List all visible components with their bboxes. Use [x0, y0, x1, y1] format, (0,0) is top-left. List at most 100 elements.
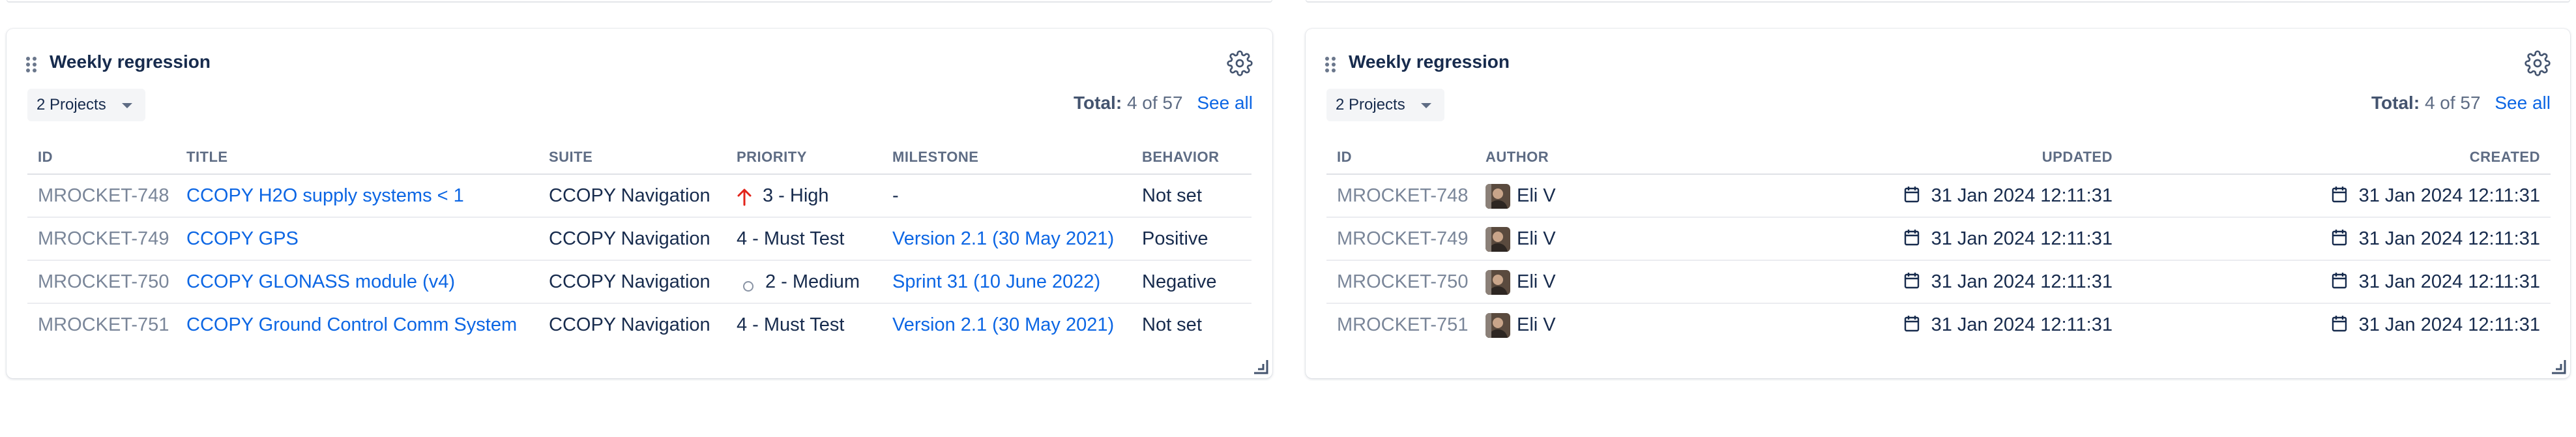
row-id: MROCKET-748	[1337, 185, 1469, 206]
calendar-icon	[1904, 229, 1920, 251]
chevron-down-icon	[1420, 103, 1431, 108]
row-title-link[interactable]: CCOPY H2O supply systems < 1	[186, 185, 464, 207]
total-value: 4 of 57	[2424, 93, 2481, 113]
see-all-link[interactable]: See all	[2495, 93, 2551, 113]
row-behavior: Negative	[1142, 271, 1217, 292]
widget-title: Weekly regression	[50, 52, 211, 72]
column-header-id[interactable]: ID	[1337, 149, 1352, 166]
row-priority: 2 - Medium	[765, 271, 860, 292]
avatar	[1486, 184, 1510, 209]
row-updated-value: 31 Jan 2024 12:11:31	[1931, 185, 2113, 206]
table-header: ID TITLE SUITE PRIORITY MILESTONE BEHAVI…	[27, 143, 1251, 175]
calendar-icon	[1904, 186, 1920, 208]
row-id: MROCKET-751	[38, 314, 169, 335]
row-title-link[interactable]: CCOPY Ground Control Comm System	[186, 314, 517, 336]
row-updated-value: 31 Jan 2024 12:11:31	[1931, 228, 2113, 249]
projects-dropdown-label: 2 Projects	[1336, 96, 1405, 113]
widget-header: Weekly regression	[26, 50, 1253, 76]
row-priority: 3 - High	[763, 185, 829, 206]
row-created-value: 31 Jan 2024 12:11:31	[2358, 271, 2540, 292]
previous-card-edge	[7, 0, 1272, 3]
column-header-created[interactable]: CREATED	[2470, 149, 2540, 166]
row-suite: CCOPY Navigation	[549, 228, 710, 249]
calendar-icon	[1904, 315, 1920, 337]
calendar-icon	[2332, 229, 2347, 251]
widget-title: Weekly regression	[1349, 52, 1510, 72]
column-header-updated[interactable]: UPDATED	[2042, 149, 2113, 166]
row-created-value: 31 Jan 2024 12:11:31	[2358, 185, 2540, 206]
projects-dropdown-label: 2 Projects	[37, 96, 106, 113]
row-behavior: Positive	[1142, 228, 1208, 249]
row-priority: 4 - Must Test	[737, 228, 845, 249]
row-id: MROCKET-748	[38, 185, 169, 206]
row-suite: CCOPY Navigation	[549, 314, 710, 335]
row-id: MROCKET-750	[38, 271, 169, 292]
row-author: Eli V	[1517, 228, 1556, 249]
chevron-down-icon	[121, 103, 132, 108]
column-header-title[interactable]: TITLE	[186, 149, 228, 166]
table-row[interactable]: MROCKET-749 CCOPY GPS CCOPY Navigation 4…	[27, 218, 1251, 261]
column-header-author[interactable]: AUTHOR	[1486, 149, 1549, 166]
resize-handle-icon[interactable]	[2548, 356, 2566, 374]
column-header-milestone[interactable]: MILESTONE	[892, 149, 978, 166]
gear-icon[interactable]	[1227, 50, 1253, 76]
table-row[interactable]: MROCKET-748 Eli V 31 Jan 2024 12:11:31 3…	[1326, 175, 2551, 218]
row-updated: 31 Jan 2024 12:11:31	[1904, 228, 2113, 251]
table-row[interactable]: MROCKET-751 Eli V 31 Jan 2024 12:11:31 3…	[1326, 304, 2551, 347]
calendar-icon	[2332, 272, 2347, 294]
projects-dropdown[interactable]: 2 Projects	[27, 89, 145, 121]
gear-icon[interactable]	[2525, 50, 2551, 76]
column-header-priority[interactable]: PRIORITY	[737, 149, 807, 166]
calendar-icon	[1904, 272, 1920, 294]
table-row[interactable]: MROCKET-751 CCOPY Ground Control Comm Sy…	[27, 304, 1251, 347]
row-author: Eli V	[1517, 185, 1556, 206]
avatar	[1486, 313, 1510, 338]
row-title-link[interactable]: CCOPY GPS	[186, 228, 299, 250]
circle-icon	[742, 277, 755, 292]
row-id: MROCKET-750	[1337, 271, 1469, 292]
row-author: Eli V	[1517, 271, 1556, 292]
total-summary: Total: 4 of 57 See all	[1074, 93, 1253, 113]
row-updated: 31 Jan 2024 12:11:31	[1904, 271, 2113, 294]
widget-test-cases-meta: Weekly regression 2 Projects Total: 4 of…	[1306, 29, 2570, 378]
column-header-id[interactable]: ID	[38, 149, 53, 166]
row-milestone-link[interactable]: Version 2.1 (30 May 2021)	[892, 228, 1114, 250]
column-header-behavior[interactable]: BEHAVIOR	[1142, 149, 1220, 166]
calendar-icon	[2332, 186, 2347, 208]
row-updated-value: 31 Jan 2024 12:11:31	[1931, 314, 2113, 335]
table-row[interactable]: MROCKET-750 CCOPY GLONASS module (v4) CC…	[27, 261, 1251, 304]
row-id: MROCKET-751	[1337, 314, 1469, 335]
resize-handle-icon[interactable]	[1250, 356, 1268, 374]
row-title-link[interactable]: CCOPY GLONASS module (v4)	[186, 271, 455, 293]
row-updated: 31 Jan 2024 12:11:31	[1904, 314, 2113, 337]
previous-card-edge	[1306, 0, 2570, 3]
row-created: 31 Jan 2024 12:11:31	[2332, 314, 2540, 337]
see-all-link[interactable]: See all	[1197, 93, 1253, 113]
row-suite: CCOPY Navigation	[549, 271, 710, 292]
row-created: 31 Jan 2024 12:11:31	[2332, 271, 2540, 294]
row-behavior: Not set	[1142, 185, 1202, 206]
row-milestone-link[interactable]: Version 2.1 (30 May 2021)	[892, 314, 1114, 336]
row-milestone-link[interactable]: Sprint 31 (10 June 2022)	[892, 271, 1100, 293]
total-label: Total:	[2371, 93, 2420, 113]
widget-test-cases: Weekly regression 2 Projects Total: 4 of…	[7, 29, 1272, 378]
row-behavior: Not set	[1142, 314, 1202, 335]
row-id: MROCKET-749	[38, 228, 169, 249]
drag-handle-icon[interactable]	[26, 57, 39, 72]
avatar	[1486, 227, 1510, 252]
projects-dropdown[interactable]: 2 Projects	[1326, 89, 1444, 121]
row-priority: 4 - Must Test	[737, 314, 845, 335]
table-row[interactable]: MROCKET-748 CCOPY H2O supply systems < 1…	[27, 175, 1251, 218]
table-row[interactable]: MROCKET-749 Eli V 31 Jan 2024 12:11:31 3…	[1326, 218, 2551, 261]
row-updated-value: 31 Jan 2024 12:11:31	[1931, 271, 2113, 292]
table-row[interactable]: MROCKET-750 Eli V 31 Jan 2024 12:11:31 3…	[1326, 261, 2551, 304]
drag-handle-icon[interactable]	[1325, 57, 1338, 72]
total-summary: Total: 4 of 57 See all	[2371, 93, 2551, 113]
row-updated: 31 Jan 2024 12:11:31	[1904, 185, 2113, 208]
avatar	[1486, 270, 1510, 295]
row-created-value: 31 Jan 2024 12:11:31	[2358, 228, 2540, 249]
column-header-suite[interactable]: SUITE	[549, 149, 593, 166]
row-created: 31 Jan 2024 12:11:31	[2332, 228, 2540, 251]
arrow-up-icon	[737, 188, 754, 206]
row-suite: CCOPY Navigation	[549, 185, 710, 206]
